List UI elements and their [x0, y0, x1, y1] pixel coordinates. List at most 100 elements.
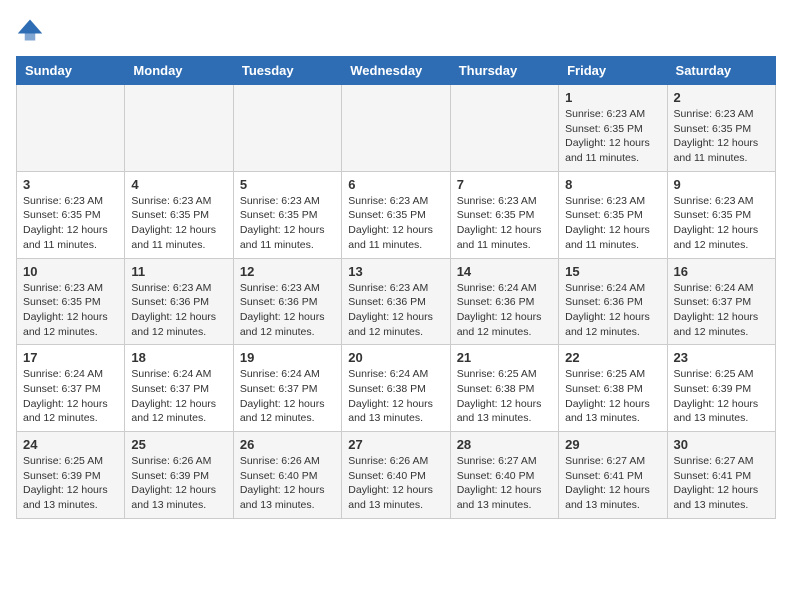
- day-number: 11: [131, 264, 226, 279]
- calendar-day-cell: 7 Sunrise: 6:23 AM Sunset: 6:35 PM Daylig…: [450, 171, 558, 258]
- day-info: Sunrise: 6:23 AM Sunset: 6:35 PM Dayligh…: [23, 194, 118, 253]
- calendar-week-2: 3 Sunrise: 6:23 AM Sunset: 6:35 PM Daylig…: [17, 171, 776, 258]
- calendar-week-1: 1Sunrise: 6:23 AM Sunset: 6:35 PM Daylig…: [17, 85, 776, 172]
- calendar-day-cell: 9 Sunrise: 6:23 AM Sunset: 6:35 PM Daylig…: [667, 171, 775, 258]
- weekday-header-saturday: Saturday: [667, 57, 775, 85]
- day-info: Sunrise: 6:26 AM Sunset: 6:40 PM Dayligh…: [348, 454, 443, 513]
- day-number: 30: [674, 437, 769, 452]
- calendar-day-cell: 10 Sunrise: 6:23 AM Sunset: 6:35 PM Dayli…: [17, 258, 125, 345]
- calendar-day-cell: [233, 85, 341, 172]
- day-number: 16: [674, 264, 769, 279]
- day-number: 2: [674, 90, 769, 105]
- day-info: Sunrise: 6:25 AM Sunset: 6:39 PM Dayligh…: [674, 367, 769, 426]
- calendar-day-cell: 20 Sunrise: 6:24 AM Sunset: 6:38 PM Dayli…: [342, 345, 450, 432]
- day-info: Sunrise: 6:23 AM Sunset: 6:35 PM Dayligh…: [240, 194, 335, 253]
- logo-icon: [16, 16, 44, 44]
- calendar-day-cell: 18Sunrise: 6:24 AM Sunset: 6:37 PM Dayli…: [125, 345, 233, 432]
- day-number: 3: [23, 177, 118, 192]
- day-info: Sunrise: 6:25 AM Sunset: 6:38 PM Dayligh…: [457, 367, 552, 426]
- day-number: 23: [674, 350, 769, 365]
- day-info: Sunrise: 6:24 AM Sunset: 6:37 PM Dayligh…: [23, 367, 118, 426]
- calendar-day-cell: 5 Sunrise: 6:23 AM Sunset: 6:35 PM Daylig…: [233, 171, 341, 258]
- day-number: 22: [565, 350, 660, 365]
- calendar-day-cell: 14 Sunrise: 6:24 AM Sunset: 6:36 PM Dayli…: [450, 258, 558, 345]
- day-number: 13: [348, 264, 443, 279]
- calendar-day-cell: 28 Sunrise: 6:27 AM Sunset: 6:40 PM Dayli…: [450, 432, 558, 519]
- calendar-day-cell: 3 Sunrise: 6:23 AM Sunset: 6:35 PM Daylig…: [17, 171, 125, 258]
- calendar-day-cell: [450, 85, 558, 172]
- calendar-day-cell: 24 Sunrise: 6:25 AM Sunset: 6:39 PM Dayli…: [17, 432, 125, 519]
- day-info: Sunrise: 6:23 AM Sunset: 6:35 PM Dayligh…: [565, 194, 660, 253]
- calendar-day-cell: 11Sunrise: 6:23 AM Sunset: 6:36 PM Dayli…: [125, 258, 233, 345]
- day-info: Sunrise: 6:23 AM Sunset: 6:35 PM Dayligh…: [348, 194, 443, 253]
- day-number: 21: [457, 350, 552, 365]
- calendar-day-cell: [125, 85, 233, 172]
- calendar-day-cell: 15 Sunrise: 6:24 AM Sunset: 6:36 PM Dayli…: [559, 258, 667, 345]
- day-info: Sunrise: 6:23 AM Sunset: 6:36 PM Dayligh…: [348, 281, 443, 340]
- calendar-week-3: 10 Sunrise: 6:23 AM Sunset: 6:35 PM Dayli…: [17, 258, 776, 345]
- day-number: 28: [457, 437, 552, 452]
- calendar-day-cell: 30 Sunrise: 6:27 AM Sunset: 6:41 PM Dayli…: [667, 432, 775, 519]
- day-number: 27: [348, 437, 443, 452]
- weekday-header-thursday: Thursday: [450, 57, 558, 85]
- day-number: 19: [240, 350, 335, 365]
- calendar-day-cell: [342, 85, 450, 172]
- calendar-week-5: 24 Sunrise: 6:25 AM Sunset: 6:39 PM Dayli…: [17, 432, 776, 519]
- weekday-header-friday: Friday: [559, 57, 667, 85]
- day-info: Sunrise: 6:24 AM Sunset: 6:37 PM Dayligh…: [674, 281, 769, 340]
- day-number: 12: [240, 264, 335, 279]
- calendar-day-cell: 23 Sunrise: 6:25 AM Sunset: 6:39 PM Dayli…: [667, 345, 775, 432]
- day-info: Sunrise: 6:27 AM Sunset: 6:41 PM Dayligh…: [565, 454, 660, 513]
- calendar-day-cell: 16 Sunrise: 6:24 AM Sunset: 6:37 PM Dayli…: [667, 258, 775, 345]
- day-info: Sunrise: 6:24 AM Sunset: 6:36 PM Dayligh…: [457, 281, 552, 340]
- page-header: [16, 16, 776, 44]
- day-number: 9: [674, 177, 769, 192]
- calendar-day-cell: [17, 85, 125, 172]
- day-number: 6: [348, 177, 443, 192]
- weekday-header-monday: Monday: [125, 57, 233, 85]
- day-number: 29: [565, 437, 660, 452]
- day-info: Sunrise: 6:27 AM Sunset: 6:40 PM Dayligh…: [457, 454, 552, 513]
- day-info: Sunrise: 6:23 AM Sunset: 6:35 PM Dayligh…: [674, 194, 769, 253]
- calendar-day-cell: 8 Sunrise: 6:23 AM Sunset: 6:35 PM Daylig…: [559, 171, 667, 258]
- day-number: 20: [348, 350, 443, 365]
- day-number: 14: [457, 264, 552, 279]
- day-number: 10: [23, 264, 118, 279]
- calendar-day-cell: 26 Sunrise: 6:26 AM Sunset: 6:40 PM Dayli…: [233, 432, 341, 519]
- day-info: Sunrise: 6:25 AM Sunset: 6:39 PM Dayligh…: [23, 454, 118, 513]
- day-info: Sunrise: 6:24 AM Sunset: 6:37 PM Dayligh…: [131, 367, 226, 426]
- day-number: 7: [457, 177, 552, 192]
- calendar-week-4: 17 Sunrise: 6:24 AM Sunset: 6:37 PM Dayli…: [17, 345, 776, 432]
- day-info: Sunrise: 6:23 AM Sunset: 6:35 PM Dayligh…: [457, 194, 552, 253]
- weekday-header-sunday: Sunday: [17, 57, 125, 85]
- day-number: 26: [240, 437, 335, 452]
- calendar-day-cell: 27 Sunrise: 6:26 AM Sunset: 6:40 PM Dayli…: [342, 432, 450, 519]
- logo: [16, 16, 48, 44]
- day-info: Sunrise: 6:24 AM Sunset: 6:36 PM Dayligh…: [565, 281, 660, 340]
- day-info: Sunrise: 6:26 AM Sunset: 6:39 PM Dayligh…: [131, 454, 226, 513]
- day-number: 24: [23, 437, 118, 452]
- day-info: Sunrise: 6:23 AM Sunset: 6:35 PM Dayligh…: [131, 194, 226, 253]
- day-info: Sunrise: 6:23 AM Sunset: 6:35 PM Dayligh…: [23, 281, 118, 340]
- day-info: Sunrise: 6:27 AM Sunset: 6:41 PM Dayligh…: [674, 454, 769, 513]
- day-number: 4: [131, 177, 226, 192]
- weekday-header-tuesday: Tuesday: [233, 57, 341, 85]
- day-number: 15: [565, 264, 660, 279]
- day-info: Sunrise: 6:23 AM Sunset: 6:35 PM Dayligh…: [674, 107, 769, 166]
- calendar-day-cell: 2 Sunrise: 6:23 AM Sunset: 6:35 PM Daylig…: [667, 85, 775, 172]
- calendar-day-cell: 4 Sunrise: 6:23 AM Sunset: 6:35 PM Daylig…: [125, 171, 233, 258]
- calendar-day-cell: 29 Sunrise: 6:27 AM Sunset: 6:41 PM Dayli…: [559, 432, 667, 519]
- calendar-day-cell: 12Sunrise: 6:23 AM Sunset: 6:36 PM Dayli…: [233, 258, 341, 345]
- day-info: Sunrise: 6:25 AM Sunset: 6:38 PM Dayligh…: [565, 367, 660, 426]
- calendar-day-cell: 19 Sunrise: 6:24 AM Sunset: 6:37 PM Dayli…: [233, 345, 341, 432]
- day-info: Sunrise: 6:24 AM Sunset: 6:37 PM Dayligh…: [240, 367, 335, 426]
- day-number: 5: [240, 177, 335, 192]
- day-number: 25: [131, 437, 226, 452]
- day-info: Sunrise: 6:24 AM Sunset: 6:38 PM Dayligh…: [348, 367, 443, 426]
- day-info: Sunrise: 6:23 AM Sunset: 6:35 PM Dayligh…: [565, 107, 660, 166]
- day-number: 8: [565, 177, 660, 192]
- calendar-day-cell: 21 Sunrise: 6:25 AM Sunset: 6:38 PM Dayli…: [450, 345, 558, 432]
- day-number: 17: [23, 350, 118, 365]
- day-info: Sunrise: 6:26 AM Sunset: 6:40 PM Dayligh…: [240, 454, 335, 513]
- calendar-day-cell: 6 Sunrise: 6:23 AM Sunset: 6:35 PM Daylig…: [342, 171, 450, 258]
